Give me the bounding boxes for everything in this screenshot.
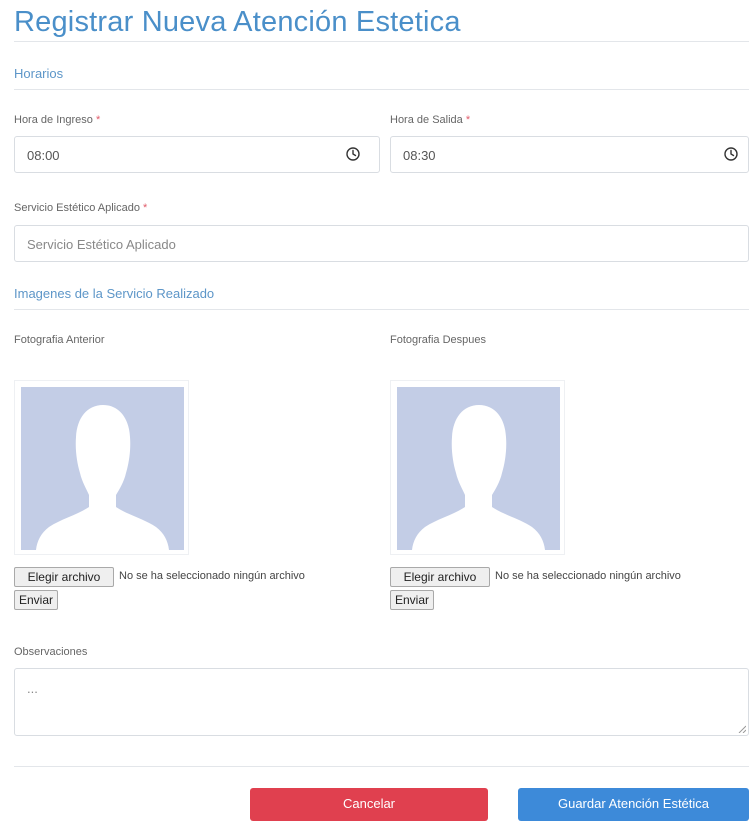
observaciones-placeholder: ...	[27, 681, 38, 696]
hora-ingreso-value: 08:00	[27, 148, 60, 163]
observaciones-textarea[interactable]: ...	[14, 668, 749, 736]
resize-handle-icon[interactable]	[738, 725, 746, 733]
foto-despues-label: Fotografia Despues	[390, 334, 486, 346]
enviar-despues-button[interactable]: Enviar	[390, 590, 434, 610]
hora-ingreso-input[interactable]: 08:00	[14, 136, 380, 173]
servicio-label: Servicio Estético Aplicado *	[14, 202, 147, 214]
required-mark: *	[465, 114, 471, 126]
page-title: Registrar Nueva Atención Estetica	[14, 6, 461, 38]
foto-anterior-preview	[14, 380, 189, 555]
title-divider	[14, 41, 749, 42]
footer-divider	[14, 766, 749, 767]
hora-ingreso-label: Hora de Ingreso *	[14, 114, 100, 126]
cancel-button[interactable]: Cancelar	[250, 788, 488, 821]
required-mark: *	[95, 114, 101, 126]
hora-salida-input[interactable]: 08:30	[390, 136, 749, 173]
enviar-anterior-button[interactable]: Enviar	[14, 590, 58, 610]
elegir-archivo-despues-button[interactable]: Elegir archivo	[390, 567, 490, 587]
user-silhouette-icon	[397, 387, 560, 550]
servicio-input[interactable]: Servicio Estético Aplicado	[14, 225, 749, 262]
section-title-horarios: Horarios	[14, 66, 64, 81]
observaciones-label: Observaciones	[14, 646, 88, 658]
save-button[interactable]: Guardar Atención Estética	[518, 788, 749, 821]
servicio-placeholder: Servicio Estético Aplicado	[27, 237, 176, 252]
servicio-label-text: Servicio Estético Aplicado	[14, 202, 140, 214]
section-title-imagenes: Imagenes de la Servicio Realizado	[14, 286, 215, 301]
hora-ingreso-label-text: Hora de Ingreso	[14, 114, 93, 126]
required-mark: *	[143, 202, 148, 214]
avatar-placeholder	[21, 387, 184, 550]
avatar-placeholder	[397, 387, 560, 550]
foto-anterior-label: Fotografia Anterior	[14, 334, 105, 346]
foto-despues-preview	[390, 380, 565, 555]
file-status-despues: No se ha seleccionado ningún archivo	[495, 570, 681, 582]
clock-icon[interactable]	[724, 147, 738, 161]
elegir-archivo-anterior-button[interactable]: Elegir archivo	[14, 567, 114, 587]
hora-salida-label: Hora de Salida *	[390, 114, 470, 126]
section-divider-horarios	[14, 89, 749, 90]
file-status-anterior: No se ha seleccionado ningún archivo	[119, 570, 305, 582]
user-silhouette-icon	[21, 387, 184, 550]
hora-salida-label-text: Hora de Salida	[390, 114, 463, 126]
hora-salida-value: 08:30	[403, 148, 436, 163]
clock-icon[interactable]	[346, 147, 360, 161]
section-divider-imagenes	[14, 309, 749, 310]
